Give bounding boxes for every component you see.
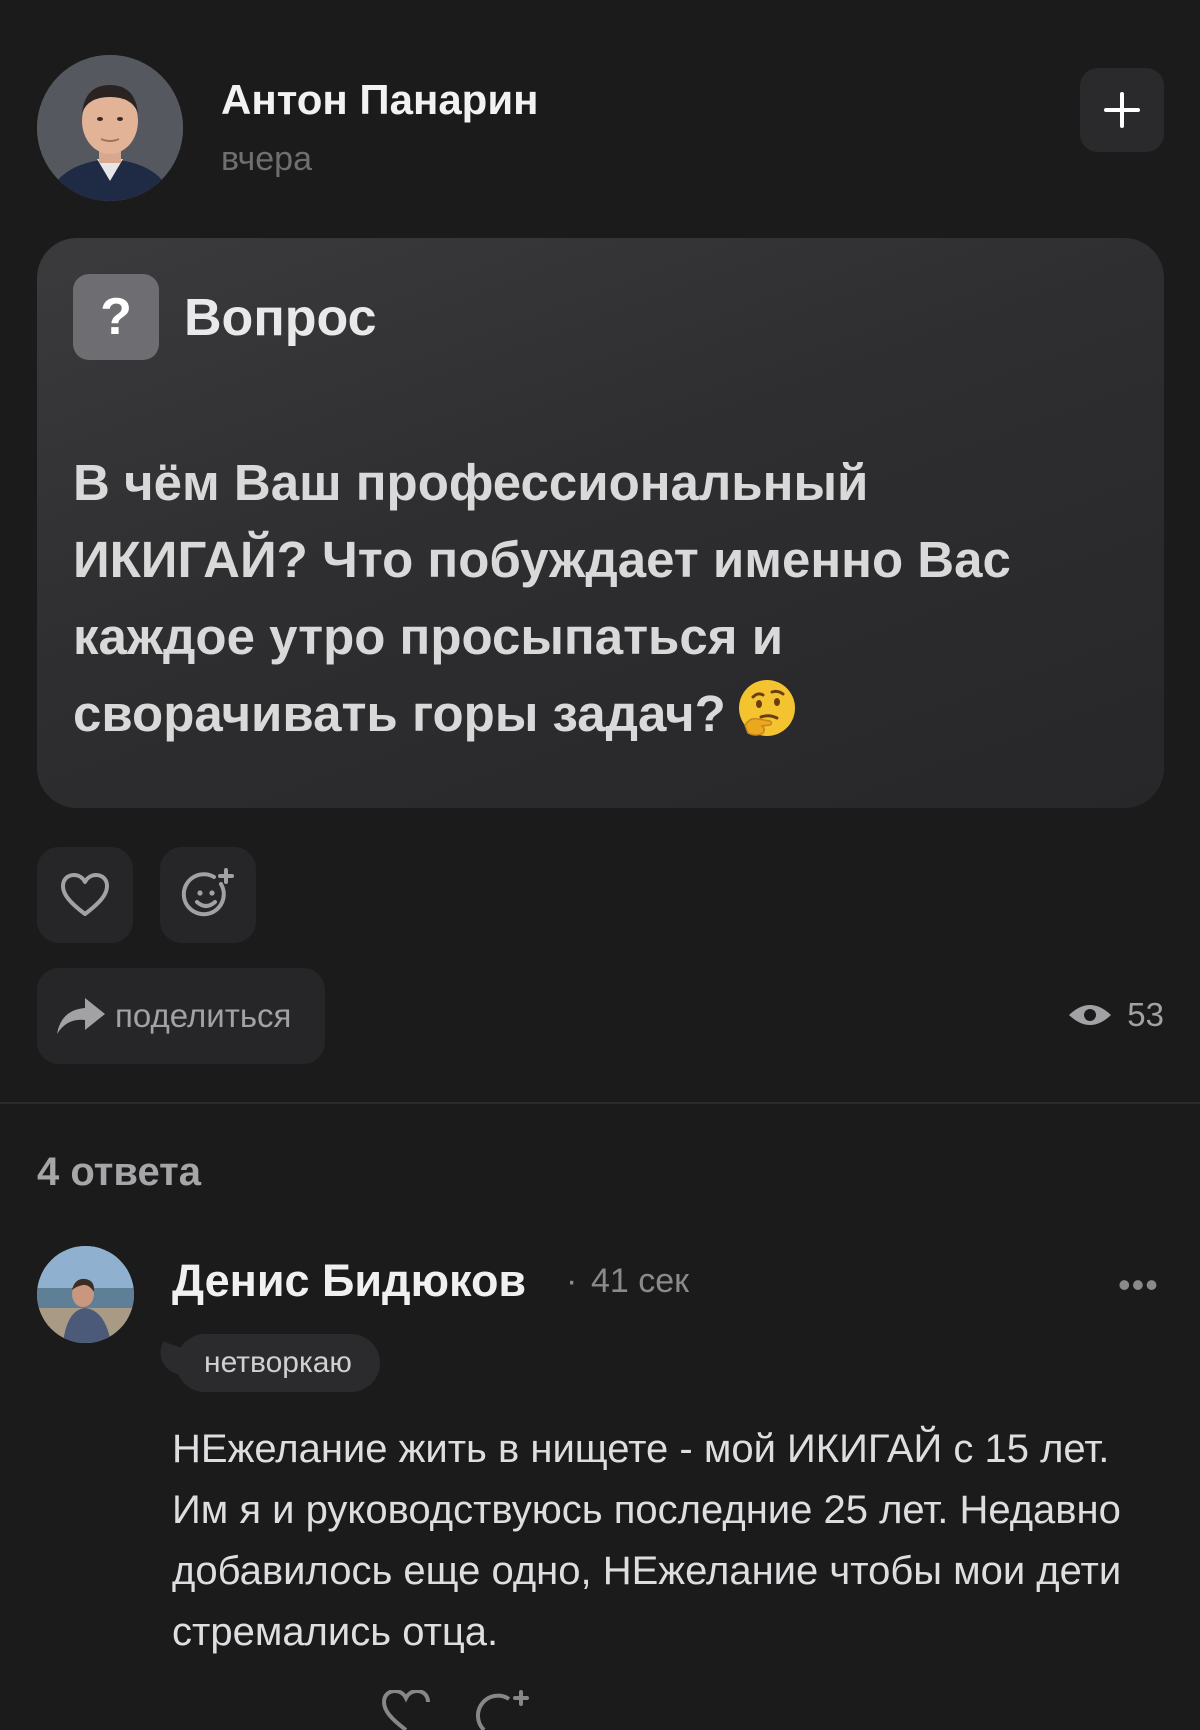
- comment-time: 41 сек: [591, 1262, 690, 1300]
- share-button[interactable]: поделиться: [37, 968, 325, 1064]
- author-name[interactable]: Антон Панарин: [221, 76, 539, 124]
- views-counter: 53: [1067, 996, 1164, 1034]
- post: Антон Панарин вчера ? Вопрос В чём Ваш п…: [0, 0, 1200, 1102]
- commenter-avatar[interactable]: [37, 1246, 134, 1343]
- answers-count: 4 ответа: [37, 1150, 202, 1194]
- add-reaction-icon: [181, 868, 234, 917]
- views-count: 53: [1127, 996, 1164, 1033]
- comment-heart-icon[interactable]: [380, 1690, 432, 1730]
- comment-text: НЕжелание жить в нищете - мой ИКИГАЙ с 1…: [172, 1427, 1122, 1654]
- heart-icon: [61, 873, 109, 916]
- author-avatar[interactable]: [37, 55, 183, 201]
- like-button[interactable]: [37, 847, 133, 943]
- add-reaction-button[interactable]: [160, 847, 256, 943]
- add-button[interactable]: [1080, 68, 1164, 152]
- thinking-face-emoji: [736, 677, 798, 760]
- more-icon[interactable]: •••: [1118, 1264, 1159, 1306]
- plus-icon: [1104, 92, 1140, 128]
- question-text: В чём Ваш профессиональный ИКИГАЙ? Что п…: [73, 444, 1073, 760]
- question-icon: ?: [73, 274, 159, 360]
- post-time: вчера: [221, 140, 312, 178]
- share-arrow-icon: [57, 998, 105, 1034]
- share-label: поделиться: [115, 997, 292, 1034]
- commenter-name[interactable]: Денис Бидюков: [172, 1255, 526, 1307]
- meta-separator: ·: [566, 1262, 578, 1300]
- divider: [0, 1102, 1200, 1104]
- comment-add-reaction-icon[interactable]: [476, 1690, 530, 1730]
- question-badge-text: ?: [100, 288, 132, 346]
- question-label: Вопрос: [184, 289, 377, 347]
- eye-icon: [1069, 1005, 1112, 1025]
- question-text-content: В чём Ваш профессиональный ИКИГАЙ? Что п…: [73, 454, 1011, 742]
- comment-reactions: [380, 1690, 530, 1730]
- question-card[interactable]: ? Вопрос В чём Ваш профессиональный ИКИГ…: [37, 238, 1164, 808]
- status-tag: нетворкаю: [176, 1334, 380, 1392]
